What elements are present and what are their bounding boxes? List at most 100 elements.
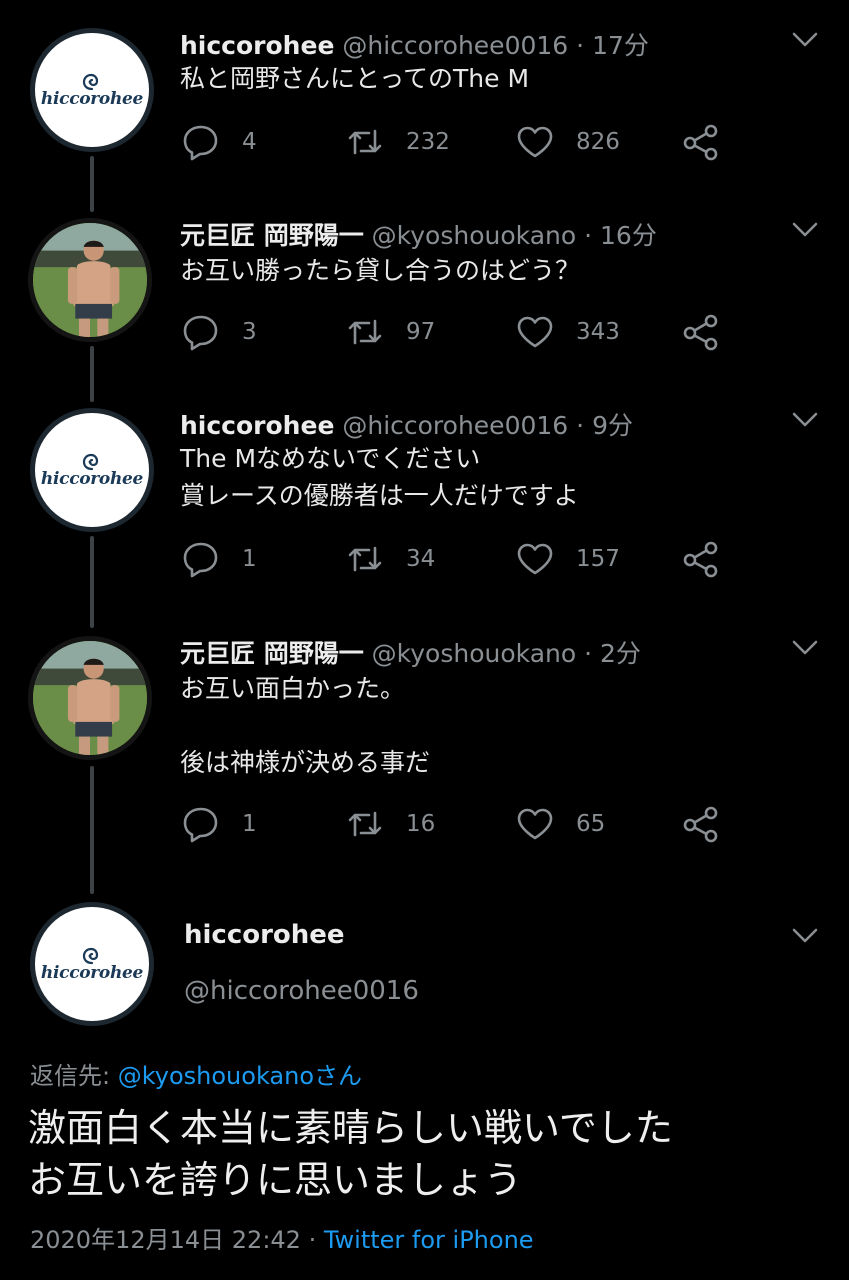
reply-count: 4 [242, 129, 257, 155]
like-icon [517, 316, 553, 348]
chevron-down-icon[interactable] [792, 928, 818, 944]
tweet-header: hiccorohee @hiccorohee0016 · 9分 [180, 406, 633, 442]
tweet-text: お互い勝ったら貸し合うのはどう？ [180, 256, 581, 285]
reply-mention-link[interactable]: @kyoshouokanoさん [118, 1062, 362, 1090]
like-icon [517, 126, 553, 158]
avatar-photo [33, 223, 147, 337]
avatar-hiccorohee[interactable]: hiccorohee [30, 902, 154, 1026]
user-handle[interactable]: @kyoshouokano [372, 639, 576, 668]
retweet-count: 232 [406, 129, 450, 155]
thread-line [90, 156, 94, 212]
retweet-count: 97 [406, 319, 436, 345]
like-button[interactable]: 65 [516, 804, 605, 844]
share-button[interactable] [682, 312, 720, 352]
chevron-down-icon[interactable] [792, 640, 818, 656]
like-button[interactable]: 157 [516, 539, 620, 579]
reply-icon [183, 807, 218, 843]
retweet-button[interactable]: 97 [346, 312, 435, 352]
separator: · [576, 411, 585, 440]
like-count: 343 [576, 319, 620, 345]
reply-icon [183, 315, 218, 351]
logo-mark-icon [82, 947, 99, 965]
like-button[interactable]: 826 [516, 122, 620, 162]
reply-button[interactable]: 4 [182, 122, 257, 162]
tweet-text: お互い面白かった。 後は神様が決める事だ [180, 674, 431, 777]
thread-line [90, 346, 94, 402]
avatar-hiccorohee[interactable]: hiccorohee [30, 408, 154, 532]
separator: · [584, 639, 593, 668]
display-name[interactable]: 元巨匠 岡野陽一 [180, 639, 364, 668]
tweet-time[interactable]: 9分 [592, 411, 633, 440]
tweet-actions: 4 232 826 [182, 122, 742, 162]
retweet-count: 34 [406, 546, 436, 572]
user-handle[interactable]: @kyoshouokano [372, 221, 576, 250]
like-count: 65 [576, 811, 606, 837]
main-tweet-text: 激面白く本当に素晴らしい戦いでした お互いを誇りに思いましょう [28, 1106, 673, 1202]
share-button[interactable] [682, 804, 720, 844]
avatar-hiccorohee[interactable]: hiccorohee [30, 28, 154, 152]
thread-line [90, 536, 94, 628]
user-handle[interactable]: @hiccorohee0016 [342, 31, 568, 60]
reply-button[interactable]: 3 [182, 312, 257, 352]
tweet-header: 元巨匠 岡野陽一 @kyoshouokano · 2分 [180, 634, 641, 670]
chevron-down-icon[interactable] [792, 32, 818, 48]
avatar-okano[interactable] [28, 636, 152, 760]
retweet-icon [348, 129, 382, 155]
tweet-header: hiccorohee @hiccorohee0016 · 17分 [180, 26, 649, 62]
chevron-down-icon[interactable] [792, 412, 818, 428]
main-display-name[interactable]: hiccorohee [184, 920, 345, 950]
meta-separator: · [300, 1226, 324, 1254]
separator: · [576, 31, 585, 60]
reply-button[interactable]: 1 [182, 539, 257, 579]
tweet-timestamp[interactable]: 2020年12月14日 22:42 [30, 1226, 301, 1254]
tweet-text: The Mなめないでください 賞レースの優勝者は一人だけですよ [180, 444, 579, 510]
reply-count: 1 [242, 811, 257, 837]
avatar-okano[interactable] [28, 218, 152, 342]
tweet-source-link[interactable]: Twitter for iPhone [324, 1226, 534, 1254]
tweet-actions: 1 16 65 [182, 804, 742, 844]
logo-text: hiccorohee [40, 469, 144, 489]
share-button[interactable] [682, 122, 720, 162]
like-icon [517, 808, 553, 840]
retweet-button[interactable]: 232 [346, 122, 450, 162]
share-icon [683, 124, 718, 161]
tweet-actions: 3 97 343 [182, 312, 742, 352]
display-name[interactable]: hiccorohee [180, 411, 334, 440]
chevron-down-icon[interactable] [792, 222, 818, 238]
logo-mark-icon [82, 453, 99, 471]
retweet-count: 16 [406, 811, 436, 837]
retweet-button[interactable]: 34 [346, 539, 435, 579]
tweet-time[interactable]: 16分 [600, 221, 657, 250]
reply-count: 3 [242, 319, 257, 345]
reply-to-line: 返信先: @kyoshouokanoさん [30, 1056, 362, 1091]
avatar-photo [33, 641, 147, 755]
retweet-icon [348, 319, 382, 345]
user-handle[interactable]: @hiccorohee0016 [342, 411, 568, 440]
retweet-button[interactable]: 16 [346, 804, 435, 844]
reply-button[interactable]: 1 [182, 804, 257, 844]
display-name[interactable]: hiccorohee [180, 31, 334, 60]
thread-line [90, 766, 94, 894]
tweet-actions: 1 34 157 [182, 539, 742, 579]
share-icon [683, 541, 718, 578]
like-icon [517, 543, 553, 575]
tweet-text: 私と岡野さんにとってのThe M [180, 64, 530, 93]
logo-mark-icon [82, 73, 99, 91]
display-name[interactable]: 元巨匠 岡野陽一 [180, 221, 364, 250]
share-icon [683, 806, 718, 843]
retweet-icon [348, 546, 382, 572]
share-button[interactable] [682, 539, 720, 579]
reply-count: 1 [242, 546, 257, 572]
separator: · [584, 221, 593, 250]
retweet-icon [348, 811, 382, 837]
share-icon [683, 314, 718, 351]
main-user-handle[interactable]: @hiccorohee0016 [184, 976, 419, 1006]
tweet-time[interactable]: 2分 [600, 639, 641, 668]
tweet-header: 元巨匠 岡野陽一 @kyoshouokano · 16分 [180, 216, 657, 252]
like-button[interactable]: 343 [516, 312, 620, 352]
reply-icon [183, 125, 218, 161]
tweet-time[interactable]: 17分 [592, 31, 649, 60]
logo-text: hiccorohee [40, 89, 144, 109]
like-count: 826 [576, 129, 620, 155]
reply-icon [183, 542, 218, 578]
